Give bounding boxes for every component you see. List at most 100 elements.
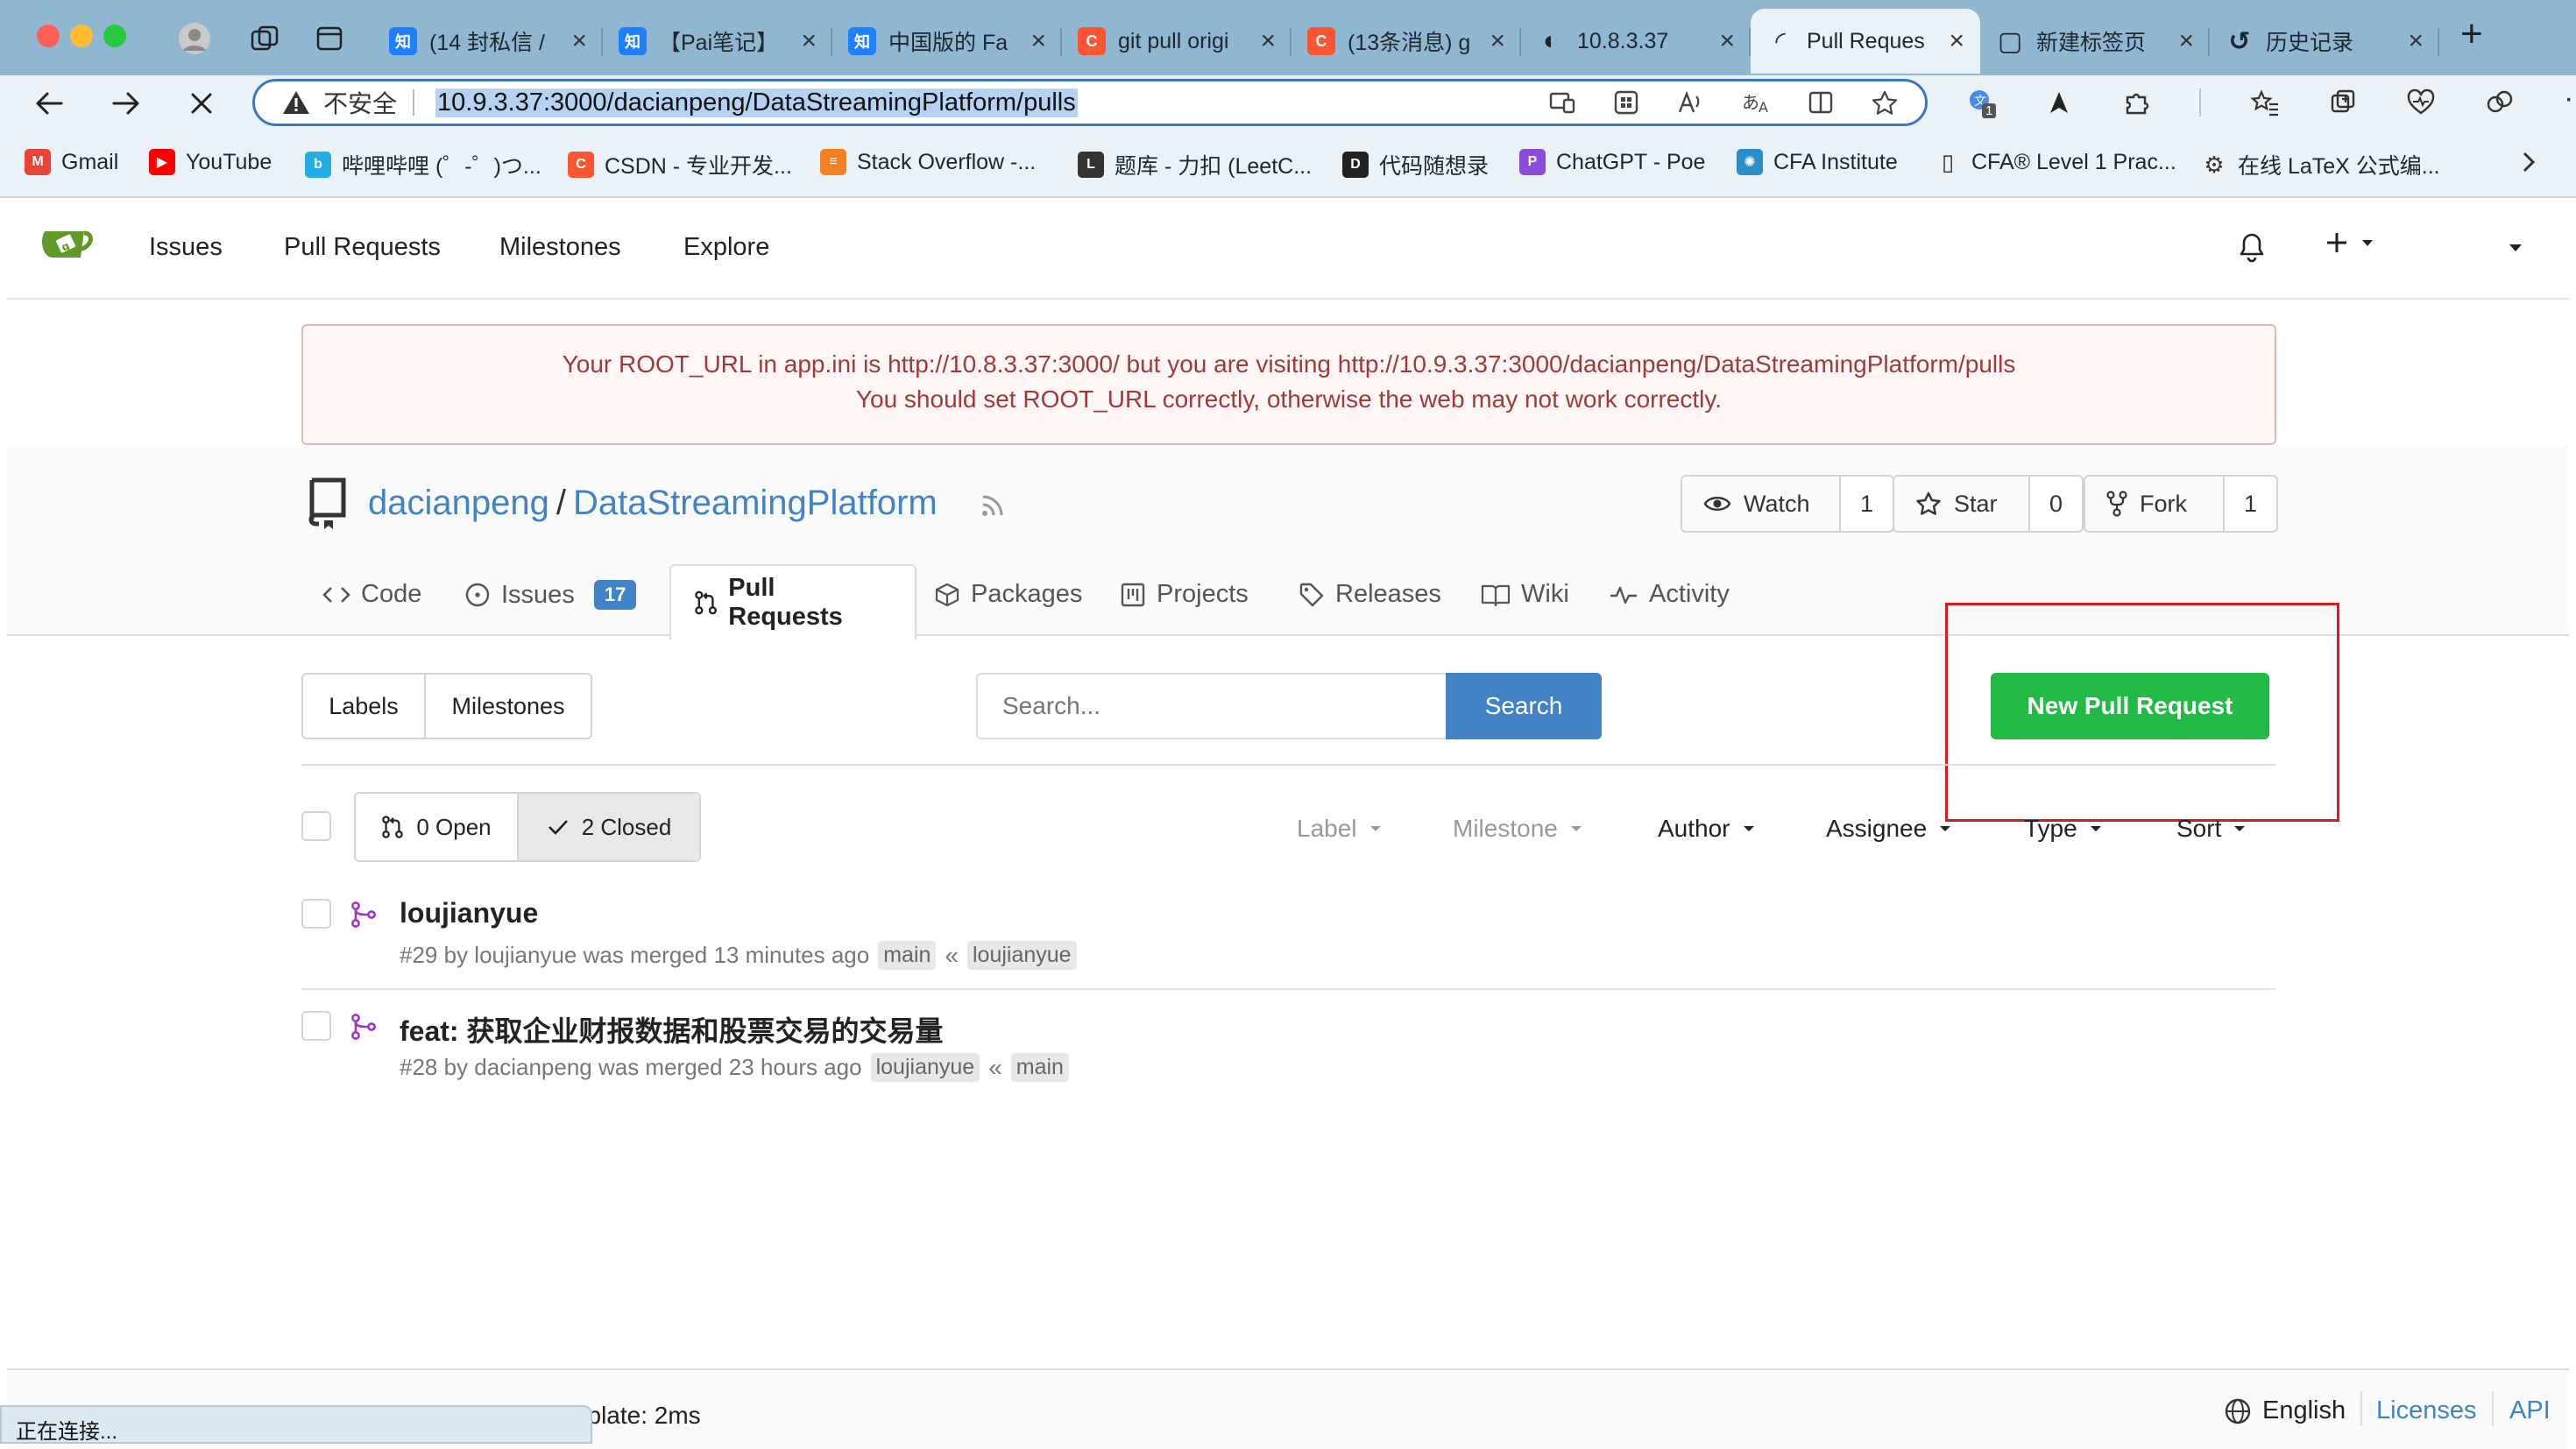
browser-tab[interactable]: ▢ 新建标签页 ×: [1980, 9, 2210, 74]
split-screen-icon[interactable]: [1808, 89, 1834, 116]
tab-releases[interactable]: Releases: [1299, 580, 1441, 609]
browser-tab[interactable]: 知【Pai笔记】 ×: [603, 9, 832, 74]
tab-pull-requests[interactable]: Pull Requests: [669, 564, 916, 640]
extensions-puzzle-icon[interactable]: [2122, 88, 2150, 117]
browser-tab[interactable]: C (13条消息) g ×: [1292, 9, 1521, 74]
close-tab-icon[interactable]: ×: [1949, 26, 1964, 56]
translate-icon[interactable]: あA: [1741, 89, 1771, 116]
bookmark-item[interactable]: ✺ CFA Institute: [1737, 149, 1898, 175]
new-tab-button[interactable]: +: [2460, 12, 2483, 56]
collections-icon[interactable]: [2329, 88, 2357, 117]
bookmark-item[interactable]: P ChatGPT - Poe: [1519, 149, 1705, 175]
copilot-icon[interactable]: [2485, 88, 2515, 117]
close-tab-icon[interactable]: ×: [1260, 26, 1276, 56]
app-available-icon[interactable]: [1548, 89, 1576, 116]
repo-owner-link[interactable]: dacianpeng: [368, 484, 549, 523]
search-button[interactable]: Search: [1446, 673, 1602, 739]
star-button[interactable]: Star 0: [1893, 475, 2084, 533]
author-filter-dropdown[interactable]: Author: [1658, 815, 1755, 843]
search-input[interactable]: [976, 673, 1449, 739]
browser-tab[interactable]: Cgit pull origi ×: [1062, 9, 1292, 74]
read-aloud-icon[interactable]: [1676, 89, 1704, 116]
label-filter-dropdown[interactable]: Label: [1297, 815, 1382, 843]
milestone-filter-dropdown[interactable]: Milestone: [1453, 815, 1582, 843]
forward-icon[interactable]: [109, 86, 144, 121]
bird-extension-icon[interactable]: [2045, 88, 2073, 117]
bookmark-item[interactable]: M Gmail: [25, 149, 118, 175]
nav-explore[interactable]: Explore: [683, 233, 769, 262]
language-selector[interactable]: English: [2224, 1396, 2346, 1425]
user-menu-caret-icon[interactable]: [2508, 244, 2523, 252]
assignee-filter-dropdown[interactable]: Assignee: [1826, 815, 1951, 843]
select-all-checkbox[interactable]: [301, 811, 331, 841]
vertical-tabs-icon[interactable]: [315, 25, 343, 53]
warning-icon[interactable]: [281, 88, 311, 117]
url-text[interactable]: 10.9.3.37:3000/dacianpeng/DataStreamingP…: [435, 88, 1078, 117]
bookmark-item[interactable]: ⚙ 在线 LaTeX 公式编...: [2201, 149, 2439, 180]
api-link[interactable]: API: [2509, 1396, 2551, 1425]
browser-tab[interactable]: ◜ Pull Reques ×: [1751, 9, 1980, 74]
close-tab-icon[interactable]: ×: [2178, 26, 2194, 56]
minimize-window-button[interactable]: [70, 25, 93, 47]
close-tab-icon[interactable]: ×: [801, 26, 817, 56]
row-checkbox[interactable]: [301, 1011, 331, 1041]
close-window-button[interactable]: [37, 25, 60, 47]
head-branch-tag[interactable]: main: [1010, 1053, 1069, 1082]
tab-packages[interactable]: Packages: [934, 580, 1082, 609]
favorite-star-icon[interactable]: [1871, 89, 1899, 116]
favorites-icon[interactable]: [2250, 88, 2280, 117]
bookmark-item[interactable]: ≡ Stack Overflow -...: [820, 149, 1036, 175]
close-tab-icon[interactable]: ×: [1030, 26, 1046, 56]
maximize-window-button[interactable]: [103, 25, 126, 47]
closed-filter-button[interactable]: 2 Closed: [517, 794, 699, 860]
browser-essentials-icon[interactable]: [2406, 88, 2436, 117]
translator-extension-icon[interactable]: 文 1: [1966, 88, 1997, 118]
chevron-right-icon[interactable]: [2520, 149, 2537, 175]
sort-dropdown[interactable]: Sort: [2176, 815, 2246, 843]
bookmark-item[interactable]: ▶ YouTube: [149, 149, 272, 175]
bookmark-item[interactable]: L 题库 - 力扣 (LeetC...: [1078, 149, 1312, 180]
close-tab-icon[interactable]: ×: [1719, 26, 1735, 56]
create-menu-button[interactable]: [2324, 230, 2374, 256]
close-tab-icon[interactable]: ×: [571, 26, 587, 56]
gitea-logo[interactable]: g: [40, 223, 96, 266]
profile-avatar[interactable]: [179, 23, 210, 54]
licenses-link[interactable]: Licenses: [2376, 1396, 2476, 1425]
base-branch-tag[interactable]: main: [878, 941, 937, 970]
bookmark-item[interactable]: D 代码随想录: [1342, 149, 1489, 180]
bookmark-item[interactable]: C CSDN - 专业开发...: [568, 149, 792, 180]
pull-request-title[interactable]: feat: 获取企业财报数据和股票交易的交易量: [400, 1009, 943, 1050]
repo-name-link[interactable]: DataStreamingPlatform: [573, 484, 938, 523]
notification-bell-icon[interactable]: [2238, 231, 2266, 263]
base-branch-tag[interactable]: loujianyue: [870, 1053, 980, 1082]
close-tab-icon[interactable]: ×: [2408, 26, 2424, 56]
milestones-button[interactable]: Milestones: [426, 675, 591, 738]
pull-request-title[interactable]: loujianyue: [400, 897, 538, 929]
watch-count[interactable]: 1: [1838, 477, 1893, 531]
address-bar[interactable]: 不安全 10.9.3.37:3000/dacianpeng/DataStream…: [252, 79, 1928, 126]
type-filter-dropdown[interactable]: Type: [2024, 815, 2102, 843]
nav-milestones[interactable]: Milestones: [499, 233, 621, 262]
fork-count[interactable]: 1: [2222, 477, 2276, 531]
more-menu-icon[interactable]: ···: [2564, 81, 2576, 116]
watch-button[interactable]: Watch 1: [1681, 475, 1894, 533]
labels-button[interactable]: Labels: [303, 675, 426, 738]
browser-tab[interactable]: 知 (14 封私信 / ×: [373, 9, 603, 74]
open-filter-button[interactable]: 0 Open: [356, 794, 517, 860]
rss-icon[interactable]: [980, 492, 1006, 519]
fork-button[interactable]: Fork 1: [2084, 475, 2278, 533]
row-checkbox[interactable]: [301, 899, 331, 929]
tab-wiki[interactable]: Wiki: [1481, 580, 1569, 609]
stop-loading-icon[interactable]: [186, 88, 217, 119]
browser-tab[interactable]: 知中国版的 Fa ×: [832, 9, 1062, 74]
bookmark-item[interactable]: b 哔哩哔哩 (゜-゜)つ...: [305, 149, 541, 180]
tab-projects[interactable]: Projects: [1120, 580, 1249, 609]
back-icon[interactable]: [32, 86, 67, 121]
close-tab-icon[interactable]: ×: [1490, 26, 1505, 56]
nav-issues[interactable]: Issues: [149, 233, 223, 262]
nav-pull-requests[interactable]: Pull Requests: [284, 233, 441, 262]
browser-tab[interactable]: ◐ 10.8.3.37 ×: [1521, 9, 1751, 74]
tab-activity[interactable]: Activity: [1609, 580, 1730, 609]
browser-tab[interactable]: ↺ 历史记录 ×: [2210, 9, 2439, 74]
tab-code[interactable]: Code: [322, 580, 421, 609]
